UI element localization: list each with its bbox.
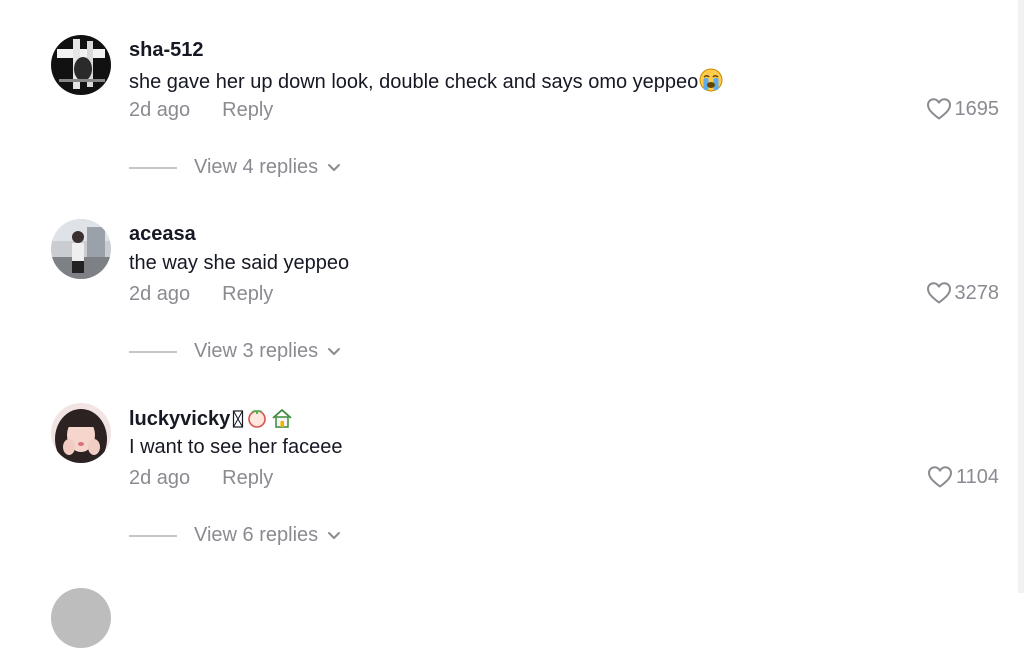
house-icon: [270, 407, 294, 435]
avatar[interactable]: [51, 588, 111, 648]
comment-text: she gave her up down look, double check …: [129, 68, 723, 94]
like-count: 1104: [955, 465, 999, 488]
like-button[interactable]: 1104: [927, 465, 999, 489]
timestamp: 2d ago: [129, 99, 191, 121]
avatar[interactable]: [51, 219, 111, 279]
comment-meta: 2d ago Reply: [129, 99, 273, 122]
view-replies-label: View 3 replies: [194, 340, 319, 362]
username[interactable]: aceasa: [129, 223, 196, 246]
comment-text: I want to see her faceee: [129, 436, 343, 458]
comment-meta: 2d ago Reply: [129, 283, 273, 306]
comment-item: sha-512 she gave her up down look, doubl…: [0, 35, 1024, 219]
divider: [129, 350, 177, 353]
heart-outline-icon: [926, 282, 951, 304]
heart-outline-icon: [927, 466, 952, 488]
view-replies-button[interactable]: View 3 replies: [129, 340, 341, 363]
reply-button[interactable]: Reply: [222, 283, 273, 305]
view-replies-button[interactable]: View 4 replies: [129, 156, 341, 179]
peach-icon: [246, 407, 268, 435]
avatar[interactable]: [51, 403, 111, 463]
divider: [129, 534, 177, 537]
like-button[interactable]: 1695: [926, 97, 1000, 121]
username[interactable]: sha-512: [129, 39, 204, 62]
comment-text-content: she gave her up down look, double check …: [129, 71, 699, 93]
username[interactable]: luckyvicky: [129, 407, 294, 435]
reply-button[interactable]: Reply: [222, 99, 273, 121]
timestamp: 2d ago: [129, 467, 191, 489]
chevron-down-icon: [328, 163, 341, 171]
chevron-down-icon: [328, 347, 341, 355]
view-replies-button[interactable]: View 6 replies: [129, 524, 341, 547]
reply-button[interactable]: Reply: [222, 467, 273, 489]
view-replies-label: View 4 replies: [194, 156, 319, 178]
comment-item: aceasa the way she said yeppeo 2d ago Rep…: [0, 219, 1024, 403]
like-count: 1695: [954, 97, 1000, 120]
chevron-down-icon: [328, 531, 341, 539]
comment-text: the way she said yeppeo: [129, 252, 350, 274]
avatar[interactable]: [51, 35, 111, 95]
timestamp: 2d ago: [129, 283, 191, 305]
view-replies-label: View 6 replies: [194, 524, 319, 546]
loudly-crying-face-icon: [699, 68, 723, 92]
like-button[interactable]: 3278: [926, 281, 1000, 305]
missing-glyph-icon: [232, 409, 244, 435]
divider: [129, 166, 177, 169]
like-count: 3278: [954, 281, 1000, 304]
username-text: luckyvicky: [129, 408, 231, 430]
comment-meta: 2d ago Reply: [129, 467, 273, 490]
comment-item: luckyvicky I want to see her faceee 2d a…: [0, 403, 1024, 587]
heart-outline-icon: [926, 98, 951, 120]
